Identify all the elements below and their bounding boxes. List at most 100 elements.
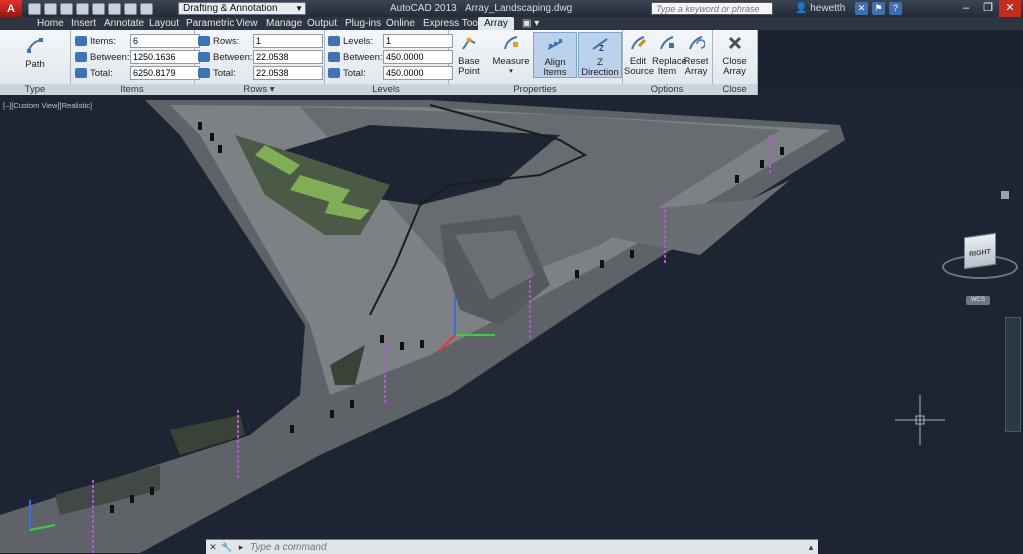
rows-between-field[interactable] xyxy=(253,50,323,64)
redo-icon[interactable] xyxy=(140,2,153,15)
panel-items: Items: Between: Total: Items xyxy=(70,30,200,95)
panel-items-label: Items xyxy=(70,84,194,95)
items-icon xyxy=(75,36,87,46)
command-prompt-icon: ▸ xyxy=(238,541,244,552)
levels-total-icon xyxy=(328,68,340,78)
panel-rows-label[interactable]: Rows ▾ xyxy=(194,84,324,95)
base-point-button[interactable]: Base Point xyxy=(448,34,490,77)
rows-between-label: Between: xyxy=(213,51,253,63)
tab-plug-ins[interactable]: Plug-ins xyxy=(345,17,381,30)
panel-type: Path Type xyxy=(0,30,71,95)
levels-between-label: Between: xyxy=(343,51,383,63)
app-logo[interactable]: A xyxy=(0,0,22,17)
viewport-controls-label[interactable]: [–][Custom View][Realistic] xyxy=(3,101,92,110)
close-array-label: Close Array xyxy=(722,56,747,77)
workspace-value: Drafting & Annotation xyxy=(183,3,278,14)
drawing-viewport[interactable]: [–][Custom View][Realistic] RIGHT WCS xyxy=(0,95,1023,553)
print-icon[interactable] xyxy=(108,2,121,15)
customize-icon[interactable]: 🔧 xyxy=(220,542,234,553)
edit-source-button[interactable]: Edit Source xyxy=(624,34,655,77)
replace-item-label-2: Item xyxy=(657,66,677,77)
path-button[interactable]: Path xyxy=(20,37,50,70)
panel-close-label: Close xyxy=(712,84,757,95)
chevron-down-icon: ▼ xyxy=(295,4,303,13)
chevron-down-icon: ▾ xyxy=(509,68,513,75)
tab-online[interactable]: Online xyxy=(386,17,415,30)
tab-array[interactable]: Array xyxy=(478,17,514,30)
replace-item-button[interactable]: Replace Item xyxy=(652,34,687,77)
navigation-bar[interactable] xyxy=(1005,317,1021,432)
replace-item-icon xyxy=(660,36,674,50)
restore-button[interactable]: ❐ xyxy=(977,0,999,17)
levels-count-field[interactable] xyxy=(383,34,453,48)
reset-array-button[interactable]: Reset Array xyxy=(682,34,710,77)
wcs-menu[interactable]: WCS xyxy=(966,296,990,305)
workspace-dropdown[interactable]: Drafting & Annotation ▼ xyxy=(178,2,306,15)
items-total-icon xyxy=(75,68,87,78)
rows-total-label: Total: xyxy=(213,67,236,79)
items-between-field[interactable] xyxy=(130,50,200,64)
ribbon-options-icon[interactable]: ▣ ▾ xyxy=(522,17,539,30)
tab-manage[interactable]: Manage xyxy=(266,17,302,30)
z-direction-icon: Z xyxy=(592,38,608,53)
user-account[interactable]: 👤 hewetth xyxy=(795,3,845,14)
items-total-field[interactable] xyxy=(130,66,200,80)
open-icon[interactable] xyxy=(44,2,57,15)
align-items-button[interactable]: Align Items xyxy=(533,32,577,78)
align-items-icon xyxy=(547,39,563,50)
close-array-button[interactable]: Close Array xyxy=(712,34,757,77)
viewcube[interactable]: RIGHT xyxy=(964,232,996,270)
rows-between-icon xyxy=(198,52,210,62)
title-app-name: AutoCAD 2013 xyxy=(390,3,457,14)
minimize-button[interactable]: – xyxy=(955,0,977,17)
panel-type-label: Type xyxy=(0,84,70,95)
close-icon[interactable]: ✕ xyxy=(206,542,220,553)
levels-icon xyxy=(328,36,340,46)
panel-levels: Levels: Between: Total: Levels xyxy=(324,30,453,95)
new-icon[interactable] xyxy=(28,2,41,15)
command-input[interactable] xyxy=(248,540,804,554)
items-count-field[interactable] xyxy=(130,34,200,48)
rows-count-field[interactable] xyxy=(253,34,323,48)
window-title: AutoCAD 2013 Array_Landscaping.dwg xyxy=(390,3,578,14)
measure-button[interactable]: Measure ▾ xyxy=(492,34,530,77)
levels-total-field[interactable] xyxy=(383,66,453,80)
items-total-label: Total: xyxy=(90,67,113,79)
align-items-label: Align Items xyxy=(543,57,567,78)
base-point-label: Base Point xyxy=(458,56,480,77)
panel-options-label: Options xyxy=(622,84,712,95)
measure-label: Measure xyxy=(492,56,530,67)
tab-insert[interactable]: Insert xyxy=(71,17,96,30)
plot-icon[interactable] xyxy=(92,2,105,15)
tab-layout[interactable]: Layout xyxy=(149,17,179,30)
chevron-up-icon[interactable]: ▴ xyxy=(804,542,818,553)
close-window-button[interactable]: ✕ xyxy=(999,0,1021,17)
save-icon[interactable] xyxy=(60,2,73,15)
tab-annotate[interactable]: Annotate xyxy=(104,17,144,30)
levels-between-field[interactable] xyxy=(383,50,453,64)
viewport-close-icon[interactable] xyxy=(1001,191,1009,199)
panel-options: Edit Source Replace Item Reset Array Opt… xyxy=(622,30,713,95)
panel-properties: Base Point Measure ▾ Align Items Z Z Dir… xyxy=(448,30,623,95)
rows-total-field[interactable] xyxy=(253,66,323,80)
save-as-icon[interactable] xyxy=(76,2,89,15)
z-direction-label: Z Direction xyxy=(581,57,619,78)
ribbon: Path Type Items: Between: Total: Items R… xyxy=(0,30,758,96)
tab-express-tools[interactable]: Express Tools xyxy=(423,17,485,30)
tab-view[interactable]: View xyxy=(236,17,258,30)
help-icon[interactable]: ? xyxy=(889,2,902,15)
ribbon-tabs: Home Insert Annotate Layout Parametric V… xyxy=(0,17,1023,30)
tab-parametric[interactable]: Parametric xyxy=(186,17,234,30)
tab-home[interactable]: Home xyxy=(37,17,64,30)
search-input[interactable] xyxy=(651,2,773,15)
edit-source-label-2: Source xyxy=(624,66,655,77)
undo-icon[interactable] xyxy=(124,2,137,15)
path-label: Path xyxy=(25,59,45,70)
title-bar: A Drafting & Annotation ▼ AutoCAD 2013 A… xyxy=(0,0,1023,17)
z-direction-button[interactable]: Z Z Direction xyxy=(578,32,622,78)
svg-text:Z: Z xyxy=(599,44,604,53)
exchange-icon[interactable]: ✕ xyxy=(855,2,868,15)
network-icon[interactable]: ⚑ xyxy=(872,2,885,15)
user-name: hewetth xyxy=(810,3,846,14)
tab-output[interactable]: Output xyxy=(307,17,337,30)
